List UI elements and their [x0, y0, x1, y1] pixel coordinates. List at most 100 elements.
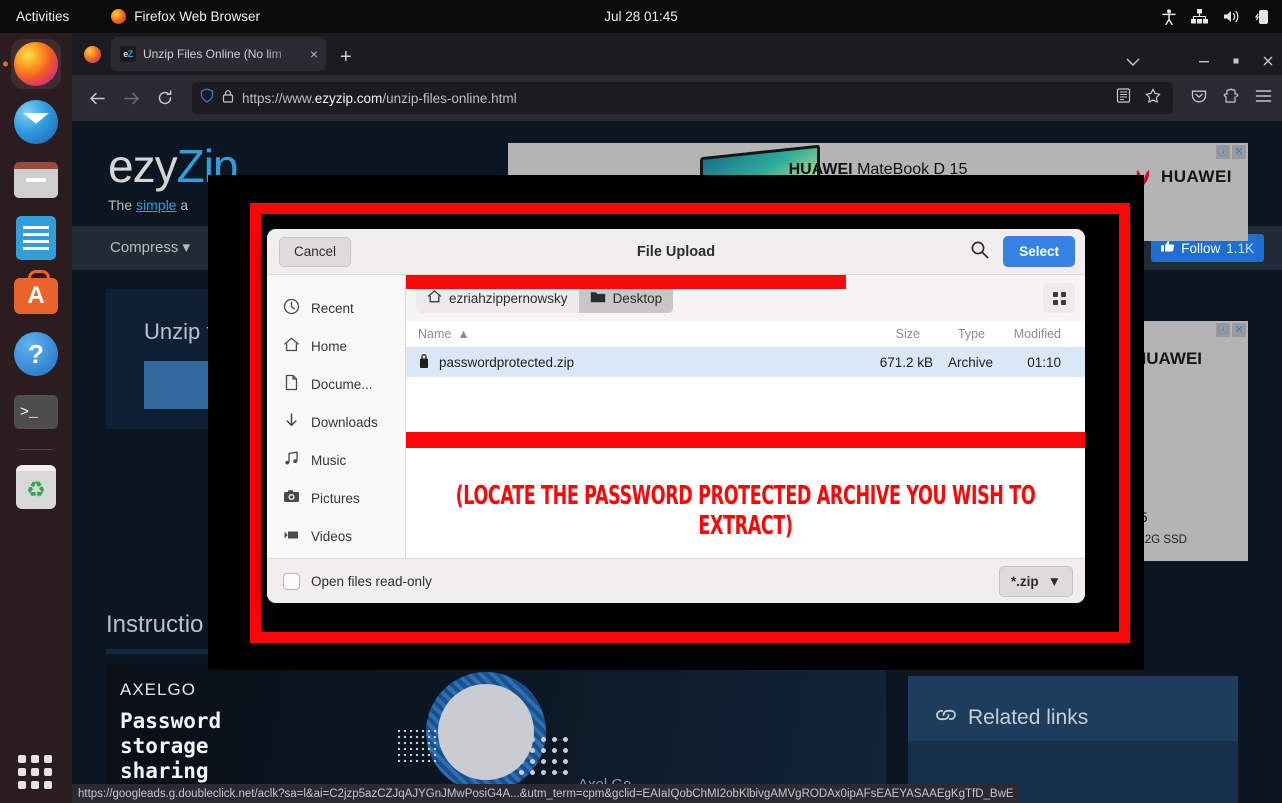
- ad-info-icon[interactable]: ⓘ: [1216, 145, 1230, 159]
- status-bar-url: https://googleads.g.doubleclick.net/aclk…: [72, 784, 1020, 803]
- sort-ascending-icon: ▲: [457, 327, 469, 341]
- column-size[interactable]: Size: [896, 327, 920, 341]
- minimize-button[interactable]: [1198, 55, 1210, 69]
- extensions-icon[interactable]: [1223, 88, 1239, 109]
- dock-item-thunderbird[interactable]: [11, 97, 61, 147]
- view-toggle-button[interactable]: [1043, 283, 1075, 313]
- bookmark-star-icon[interactable]: [1145, 88, 1161, 109]
- select-button[interactable]: Select: [1003, 236, 1075, 267]
- close-button[interactable]: [1262, 55, 1274, 69]
- system-tray[interactable]: [1162, 9, 1270, 25]
- active-app-indicator[interactable]: Firefox Web Browser: [111, 9, 260, 24]
- search-icon[interactable]: [970, 240, 989, 264]
- highlight-bar-top: [406, 275, 846, 289]
- logo-ezy: ezy: [108, 140, 177, 192]
- reader-mode-icon[interactable]: [1116, 88, 1131, 108]
- dock-item-libreoffice-writer[interactable]: [11, 213, 61, 263]
- file-filter-dropdown[interactable]: *.zip ▼: [999, 566, 1073, 597]
- column-modified[interactable]: Modified: [1014, 327, 1061, 341]
- follow-count: 1.1K: [1226, 241, 1254, 256]
- dock-item-ubuntu-software[interactable]: A: [11, 271, 61, 321]
- dock-item-files[interactable]: [11, 155, 61, 205]
- forward-button[interactable]: [116, 83, 146, 113]
- firefox-icon: [111, 9, 126, 24]
- sidebar-item-pictures[interactable]: Pictures: [267, 479, 405, 517]
- shield-icon[interactable]: [200, 88, 214, 108]
- sidebar-item-home[interactable]: Home: [267, 327, 405, 365]
- sidebar-item-videos[interactable]: Videos: [267, 517, 405, 555]
- maximize-button[interactable]: [1230, 55, 1242, 69]
- ad-choices[interactable]: ⓘ ✕: [1216, 145, 1246, 159]
- address-bar[interactable]: https://www.ezyzip.com/unzip-files-onlin…: [192, 82, 1173, 114]
- hamburger-menu-icon[interactable]: [1255, 89, 1272, 108]
- camera-icon: [283, 488, 300, 508]
- sidebar-item-downloads[interactable]: Downloads: [267, 403, 405, 441]
- huawei-side-brand: HUAWEI: [1134, 349, 1202, 369]
- axelgo-logo: AXELGO: [120, 680, 196, 700]
- reload-button[interactable]: [150, 83, 180, 113]
- sidebar-item-recent[interactable]: Recent: [267, 289, 405, 327]
- new-tab-button[interactable]: +: [340, 47, 352, 67]
- chevron-down-icon: ▼: [1048, 574, 1061, 589]
- file-type-cell: Archive: [948, 355, 993, 370]
- window-controls: [1126, 55, 1274, 69]
- save-to-pocket-icon[interactable]: [1191, 88, 1207, 109]
- document-icon: [283, 374, 300, 394]
- firefox-logo-icon: [84, 46, 101, 63]
- file-list-header: Name▲ Size Type Modified: [406, 321, 1085, 348]
- list-all-tabs-icon[interactable]: [1126, 56, 1140, 69]
- ezyzip-favicon-icon: eZ: [120, 46, 136, 62]
- file-upload-dialog: Cancel File Upload Select Recent Home: [267, 229, 1085, 603]
- activities-button[interactable]: Activities: [16, 9, 69, 24]
- toolbar-icons: [1185, 88, 1272, 109]
- firefox-icon: [14, 42, 58, 86]
- dialog-body: Recent Home Docume... Downloads Music: [267, 275, 1085, 558]
- back-button[interactable]: [82, 83, 112, 113]
- gnome-top-bar: Activities Firefox Web Browser Jul 28 01…: [0, 0, 1282, 33]
- huawei-side-ad[interactable]: HUAWEI 15 512G SSD ⓘ ✕: [1128, 321, 1248, 561]
- dock-item-trash[interactable]: ♻: [11, 462, 61, 512]
- dock-item-help[interactable]: ?: [11, 329, 61, 379]
- close-icon[interactable]: ×: [308, 45, 320, 63]
- file-modified-cell: 01:10: [1027, 355, 1061, 370]
- dialog-footer: Open files read-only *.zip ▼: [267, 558, 1085, 603]
- file-name-cell: passwordprotected.zip: [418, 353, 574, 372]
- follow-label: Follow: [1181, 241, 1220, 256]
- cancel-button[interactable]: Cancel: [279, 237, 351, 267]
- ad-close-icon[interactable]: ✕: [1232, 145, 1246, 159]
- download-icon: [283, 412, 300, 432]
- dock-separator: [19, 449, 53, 450]
- column-name[interactable]: Name▲: [418, 327, 470, 341]
- clock-icon: [283, 298, 300, 318]
- dock-item-terminal[interactable]: >_: [11, 387, 61, 437]
- volume-icon[interactable]: [1223, 9, 1240, 24]
- screen: Activities Firefox Web Browser Jul 28 01…: [0, 0, 1282, 803]
- dock-item-firefox[interactable]: [11, 39, 61, 89]
- ad-close-icon[interactable]: ✕: [1232, 323, 1246, 337]
- battery-icon[interactable]: [1255, 9, 1270, 25]
- sidebar-item-documents[interactable]: Docume...: [267, 365, 405, 403]
- show-applications-button[interactable]: [18, 755, 52, 789]
- nav-item-compress[interactable]: Compress ▾: [110, 238, 190, 256]
- home-icon: [427, 289, 442, 307]
- clock[interactable]: Jul 28 01:45: [604, 9, 678, 24]
- column-type[interactable]: Type: [958, 327, 985, 341]
- ad-info-icon[interactable]: ⓘ: [1216, 323, 1230, 337]
- software-store-icon: A: [14, 278, 58, 314]
- lock-icon[interactable]: [222, 89, 234, 108]
- tab-title: Unzip Files Online (No lim: [143, 47, 301, 61]
- accessibility-icon[interactable]: [1162, 9, 1176, 25]
- document-icon: [16, 216, 56, 260]
- axelgo-ad[interactable]: AXELGO Passwordstoragesharing: [106, 664, 886, 784]
- read-only-checkbox[interactable]: [283, 573, 300, 590]
- help-icon: ?: [14, 332, 58, 376]
- related-links-title: Related links: [934, 706, 1088, 730]
- ad-choices-side[interactable]: ⓘ ✕: [1216, 323, 1246, 337]
- dialog-header-actions: Select: [970, 236, 1075, 267]
- link-icon: [934, 706, 958, 730]
- axelgo-headline: Passwordstoragesharing: [120, 709, 221, 784]
- sidebar-item-music[interactable]: Music: [267, 441, 405, 479]
- browser-tab[interactable]: eZ Unzip Files Online (No lim ×: [111, 37, 326, 71]
- network-icon[interactable]: [1191, 9, 1208, 24]
- file-row[interactable]: passwordprotected.zip 671.2 kB Archive 0…: [406, 348, 1085, 377]
